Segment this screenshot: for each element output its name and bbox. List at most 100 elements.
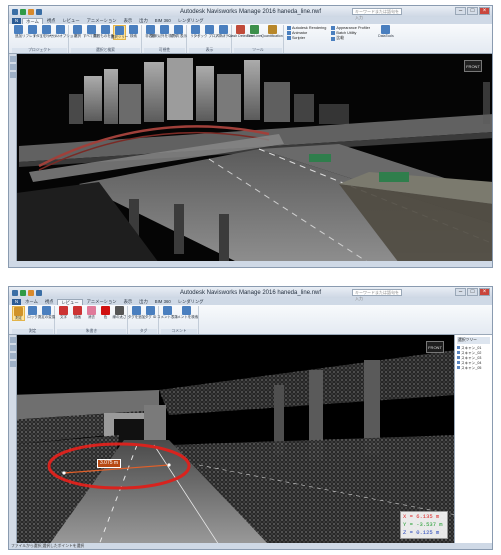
hide-unselected-icon <box>160 25 169 34</box>
navigation-bar[interactable] <box>483 82 490 124</box>
quantification-button[interactable]: Quantification <box>261 25 283 38</box>
open-icon[interactable] <box>28 289 34 296</box>
find-comments-button[interactable]: コメントを検索 <box>174 306 198 319</box>
convert-icon <box>42 306 51 315</box>
group-visibility: 非表示 選択以外を非表示 すべて表示 可視性 <box>143 25 187 53</box>
scripter-item[interactable]: Scripter <box>287 36 326 40</box>
maximize-button[interactable]: □ <box>467 7 478 15</box>
find-comment-icon <box>181 306 191 315</box>
cursor-icon <box>73 25 82 34</box>
scripter-icon <box>287 36 291 40</box>
ribbon-tabs: N ホーム 視点 レビュー アニメーション 表示 出力 BIM 360 レンダリ… <box>9 17 492 24</box>
link-icon <box>191 25 200 34</box>
reset-icon <box>42 25 51 34</box>
text-icon <box>59 306 68 315</box>
quick-properties-icon <box>205 25 214 34</box>
options-icon <box>56 25 65 34</box>
dock-tab-icon[interactable] <box>10 337 16 343</box>
search-input[interactable]: キーワードまたは語句を入力 <box>352 289 402 301</box>
dock-tab-icon[interactable] <box>10 353 16 359</box>
minimize-button[interactable]: – <box>455 7 466 15</box>
ribbon-tabs: N ホーム 視点 レビュー アニメーション 表示 出力 BIM 360 レンダリ… <box>9 298 492 305</box>
refresh-icon <box>28 25 37 34</box>
group-label: 朱書き <box>57 329 126 334</box>
group-tags: タグを追加 タグ ID タグ <box>128 306 159 334</box>
add-tag-button[interactable]: タグを追加 <box>128 306 145 319</box>
app-menu-icon[interactable] <box>12 8 18 15</box>
autodesk-rendering-item[interactable]: Autodesk Rendering <box>287 26 326 30</box>
panel-title: 選択ツリー <box>457 337 490 344</box>
viewcube[interactable]: FRONT <box>464 60 482 72</box>
tools-list-b: Appearance Profiler Batch Utility 比較 <box>331 26 370 41</box>
minimize-button[interactable]: – <box>455 288 466 296</box>
save-icon[interactable] <box>36 8 42 15</box>
pencil-icon <box>73 306 82 315</box>
group-label: 測定 <box>12 329 53 334</box>
timeliner-button[interactable]: TimeLiner <box>247 25 262 38</box>
left-dock-rail <box>9 54 17 261</box>
app-menu-icon[interactable] <box>12 289 18 296</box>
group-comments: コメント表示 コメントを検索 コメント <box>157 306 199 334</box>
measure-button[interactable]: 測定 <box>12 306 25 321</box>
ribbon: 測定 ロック 測定の変換 測定 文字 描画 消去 色 線の太さ 朱書き タグを追… <box>9 305 492 335</box>
coord-y: Y = -3.537 m <box>403 521 443 528</box>
measurement-label: 3.075 m <box>97 459 122 468</box>
tree-item[interactable]: スキャン_05 <box>457 366 490 371</box>
compare-icon <box>331 36 336 41</box>
find-items-button[interactable]: 検索 <box>127 25 140 40</box>
quantification-icon <box>267 25 277 34</box>
dock-tab-icon[interactable] <box>10 345 16 351</box>
convert-to-redline-button[interactable]: 測定の変換 <box>38 306 55 321</box>
group-label: 可視性 <box>144 48 185 53</box>
title-bar: Autodesk Navisworks Manage 2016 haneda_l… <box>9 6 492 20</box>
thickness-button[interactable]: 線の太さ <box>113 306 127 319</box>
datatools-button[interactable]: DataTools <box>377 25 395 38</box>
erase-button[interactable]: 消去 <box>85 306 98 319</box>
search-input[interactable]: キーワードまたは語句を入力 <box>352 8 402 20</box>
scene-viewport[interactable]: 3.075 m FRONT X = 6.135 m Y = -3.537 m Z… <box>9 335 454 543</box>
batch-utility-item[interactable]: Batch Utility <box>331 31 370 35</box>
profiler-icon <box>331 26 336 30</box>
navisworks-window-top: Autodesk Navisworks Manage 2016 haneda_l… <box>8 5 493 268</box>
batch-icon <box>331 31 336 35</box>
clash-detective-button[interactable]: Clash Detective <box>228 25 253 38</box>
appearance-profiler-item[interactable]: Appearance Profiler <box>331 26 370 30</box>
dock-tab-icon[interactable] <box>10 56 16 62</box>
viewcube[interactable]: FRONT <box>426 341 444 353</box>
open-icon[interactable] <box>28 8 34 15</box>
unhide-icon <box>174 25 183 34</box>
timeliner-icon <box>250 25 259 34</box>
new-icon[interactable] <box>20 8 26 15</box>
group-tools: Clash Detective TimeLiner Quantification… <box>228 25 284 53</box>
maximize-button[interactable]: □ <box>467 288 478 296</box>
dock-tab-icon[interactable] <box>10 72 16 78</box>
left-dock-rail <box>9 335 17 543</box>
group-label: タグ <box>130 329 157 334</box>
ruler-icon <box>14 307 23 316</box>
tag-id-button[interactable]: タグ ID <box>144 306 157 319</box>
group-select-search: 選択 すべて選択 同じものを選択 選択ツリー 検索 選択と検索 <box>70 25 142 53</box>
view-comments-button[interactable]: コメント表示 <box>157 306 178 319</box>
dock-tab-icon[interactable] <box>10 361 16 367</box>
unhide-all-button[interactable]: すべて表示 <box>170 25 187 38</box>
dock-tab-icon[interactable] <box>10 64 16 70</box>
comment-icon <box>163 306 172 315</box>
save-icon[interactable] <box>36 289 42 296</box>
layer-icon <box>457 356 460 359</box>
scene-viewport[interactable]: FRONT <box>9 54 492 261</box>
compare-item[interactable]: 比較 <box>331 36 370 41</box>
close-button[interactable]: × <box>479 288 490 296</box>
ribbon: 追加 リフレッシュ すべてをリセット ファイル オプション プロジェクト 選択 … <box>9 24 492 54</box>
animator-item[interactable]: Animator <box>287 31 326 35</box>
animator-icon <box>287 31 291 35</box>
text-button[interactable]: 文字 <box>57 306 70 319</box>
selection-tree-button[interactable]: 選択ツリー <box>111 25 128 40</box>
draw-button[interactable]: 描画 <box>71 306 84 319</box>
file-options-button[interactable]: ファイル オプション <box>44 25 77 38</box>
close-button[interactable]: × <box>479 7 490 15</box>
quick-access-toolbar <box>12 8 42 15</box>
lock-icon <box>28 306 37 315</box>
layer-icon <box>457 346 460 349</box>
new-icon[interactable] <box>20 289 26 296</box>
color-button[interactable]: 色 <box>99 306 112 319</box>
